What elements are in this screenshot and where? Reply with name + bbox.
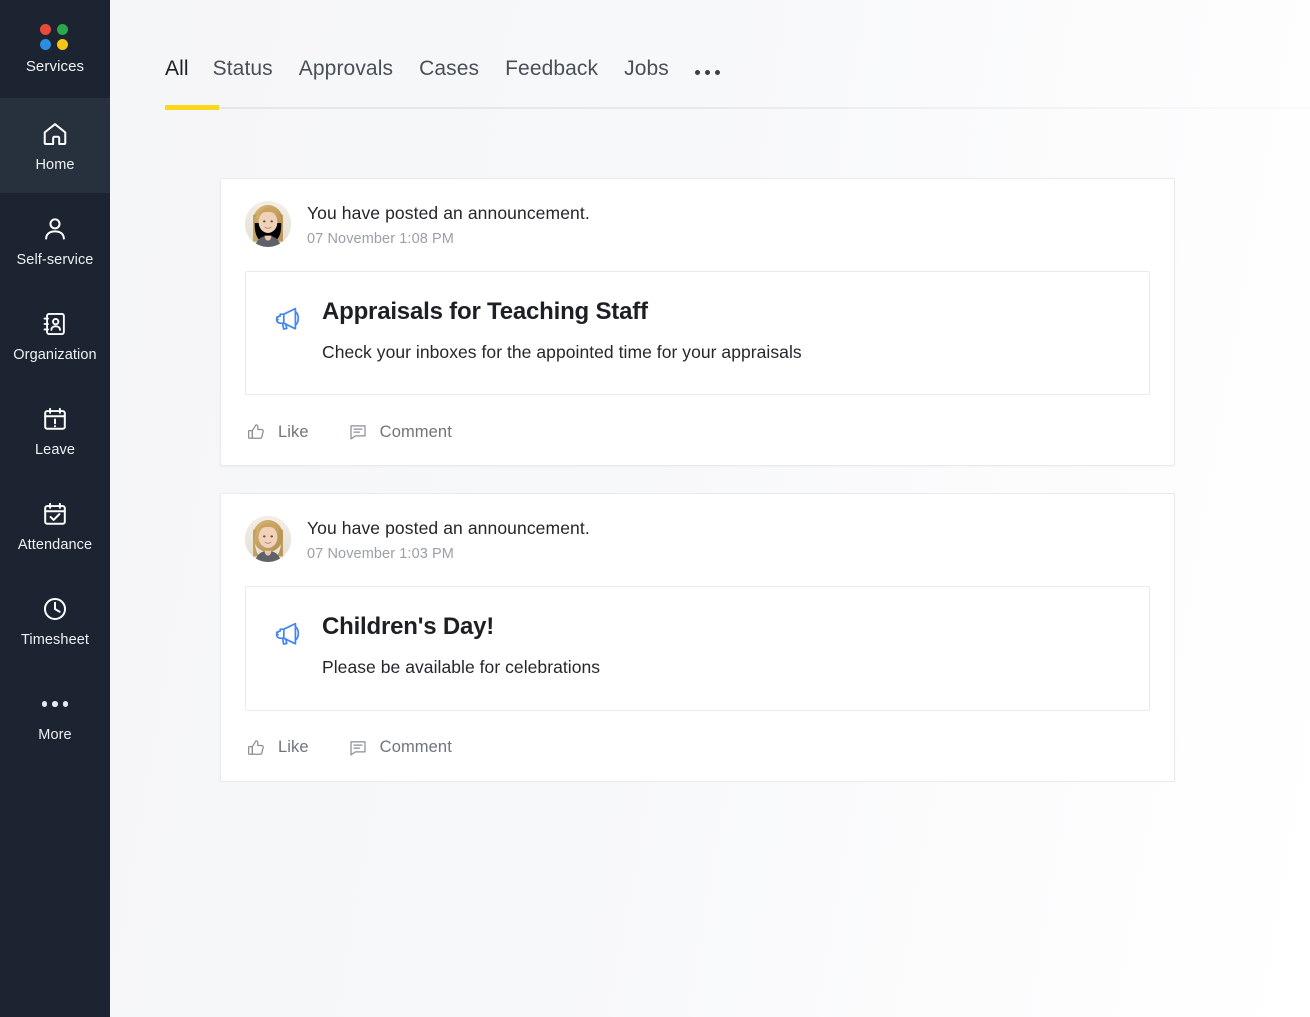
post-actions: Like Comment xyxy=(221,395,1174,465)
ellipsis-icon xyxy=(41,689,69,719)
post-timestamp: 07 November 1:08 PM xyxy=(307,230,454,247)
sidebar-item-leave[interactable]: Leave xyxy=(0,383,110,478)
tab-feedback[interactable]: Feedback xyxy=(505,57,624,81)
sidebar-item-organization[interactable]: Organization xyxy=(0,288,110,383)
comment-bubble-icon xyxy=(347,737,369,759)
sidebar-item-attendance[interactable]: Attendance xyxy=(0,478,110,573)
dot xyxy=(694,70,700,75)
like-label: Like xyxy=(278,422,309,441)
sidebar-item-label: Timesheet xyxy=(20,631,90,648)
feed-list: You have posted an announcement. 07 Nove… xyxy=(110,113,1310,782)
home-icon xyxy=(40,119,70,149)
dot xyxy=(41,701,48,707)
dot xyxy=(52,701,58,707)
avatar[interactable] xyxy=(245,516,291,563)
announcement-text: Appraisals for Teaching Staff Check your… xyxy=(322,298,802,364)
dot xyxy=(704,70,710,75)
tab-all[interactable]: All xyxy=(165,57,213,81)
sidebar-item-label: More xyxy=(38,726,72,743)
announcement-box[interactable]: Appraisals for Teaching Staff Check your… xyxy=(245,271,1150,396)
brand-services[interactable]: Services xyxy=(0,0,110,98)
tab-overflow-ellipsis-icon[interactable] xyxy=(694,70,746,78)
sidebar-item-label: Leave xyxy=(34,441,75,458)
sidebar: Services Home Self-service Organization … xyxy=(0,0,110,1017)
user-icon xyxy=(40,214,70,244)
post-header-text: You have posted an announcement. 07 Nove… xyxy=(307,201,590,247)
comment-label: Comment xyxy=(379,738,452,757)
main-content: All Status Approvals Cases Feedback Jobs xyxy=(110,0,1310,1017)
announcement-title: Appraisals for Teaching Staff xyxy=(322,298,648,325)
services-logo-icon xyxy=(40,23,70,50)
comment-button[interactable]: Comment xyxy=(347,421,452,443)
sidebar-item-self-service[interactable]: Self-service xyxy=(0,193,110,288)
megaphone-icon xyxy=(270,302,304,336)
post-header-text: You have posted an announcement. 07 Nove… xyxy=(307,516,590,562)
post-actions: Like Comment xyxy=(221,711,1174,781)
tab-cases[interactable]: Cases xyxy=(419,57,505,81)
like-button[interactable]: Like xyxy=(245,737,309,759)
sidebar-item-more[interactable]: More xyxy=(0,668,110,763)
calendar-alert-icon xyxy=(40,404,70,434)
address-book-icon xyxy=(40,309,70,339)
like-button[interactable]: Like xyxy=(245,421,309,443)
logo-dot-red-icon xyxy=(40,23,51,35)
tab-divider xyxy=(165,107,1310,109)
sidebar-item-timesheet[interactable]: Timesheet xyxy=(0,573,110,668)
announcement-box[interactable]: Children's Day! Please be available for … xyxy=(245,586,1150,711)
active-tab-indicator xyxy=(165,105,219,110)
announcement-title: Children's Day! xyxy=(322,613,495,641)
announcement-text: Children's Day! Please be available for … xyxy=(322,613,600,679)
tab-jobs[interactable]: Jobs xyxy=(624,57,695,81)
tab-status[interactable]: Status xyxy=(213,57,299,81)
thumbs-up-icon xyxy=(245,421,267,443)
dot xyxy=(714,70,720,75)
announcement-description: Please be available for celebrations xyxy=(322,657,601,678)
logo-dot-yellow-icon xyxy=(57,38,68,50)
clock-icon xyxy=(40,594,70,624)
brand-label: Services xyxy=(25,57,85,75)
feed-post-card: You have posted an announcement. 07 Nove… xyxy=(220,178,1175,467)
sidebar-item-label: Attendance xyxy=(17,536,93,553)
dot xyxy=(62,701,69,707)
thumbs-up-icon xyxy=(245,737,267,759)
post-header: You have posted an announcement. 07 Nove… xyxy=(221,179,1174,247)
logo-dot-blue-icon xyxy=(40,38,51,50)
post-timestamp: 07 November 1:03 PM xyxy=(307,546,454,563)
sidebar-item-label: Self-service xyxy=(16,251,94,268)
app-root: Services Home Self-service Organization … xyxy=(0,0,1310,1017)
megaphone-icon xyxy=(270,617,304,651)
tab-bar: All Status Approvals Cases Feedback Jobs xyxy=(110,0,1310,113)
sidebar-item-label: Organization xyxy=(13,346,97,363)
sidebar-item-home[interactable]: Home xyxy=(0,98,110,193)
tab-approvals[interactable]: Approvals xyxy=(299,57,419,81)
comment-button[interactable]: Comment xyxy=(347,737,452,759)
tab-list: All Status Approvals Cases Feedback Jobs xyxy=(165,57,746,81)
post-header-line: You have posted an announcement. xyxy=(307,518,590,539)
calendar-check-icon xyxy=(40,499,70,529)
comment-label: Comment xyxy=(379,422,452,441)
announcement-description: Check your inboxes for the appointed tim… xyxy=(322,341,802,362)
feed-post-card: You have posted an announcement. 07 Nove… xyxy=(220,493,1175,782)
sidebar-item-label: Home xyxy=(35,156,75,173)
post-header-line: You have posted an announcement. xyxy=(307,203,590,223)
comment-bubble-icon xyxy=(347,421,369,443)
post-header: You have posted an announcement. 07 Nove… xyxy=(221,494,1174,563)
logo-dot-green-icon xyxy=(57,23,68,35)
like-label: Like xyxy=(278,738,309,757)
avatar[interactable] xyxy=(245,201,291,247)
